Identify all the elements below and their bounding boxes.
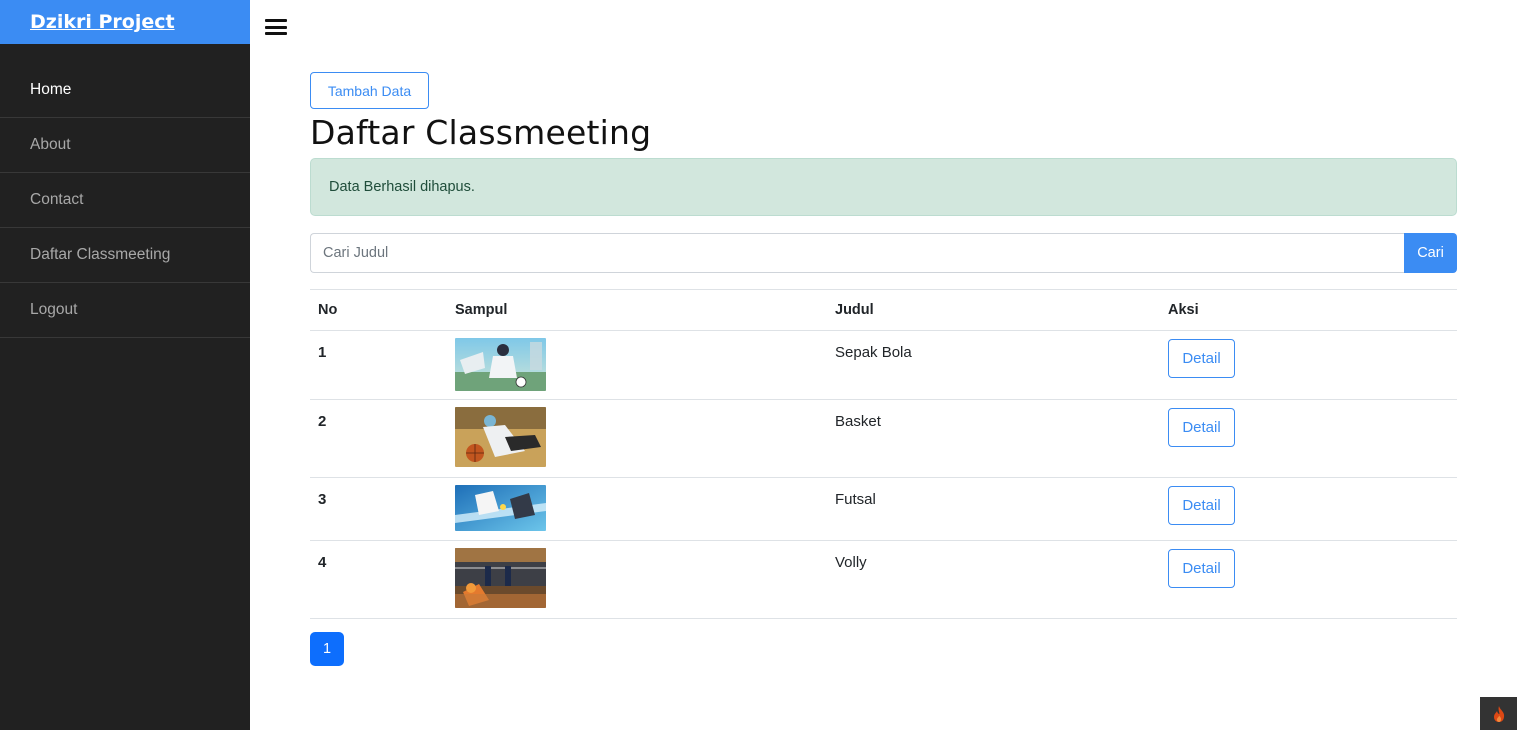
sidebar-item-home[interactable]: Home	[0, 63, 250, 118]
cover-image-volly	[455, 548, 546, 608]
alert-message: Data Berhasil dihapus.	[329, 179, 475, 195]
main-content: Tambah Data Daftar Classmeeting Data Ber…	[310, 72, 1457, 619]
title-cell: Volly	[827, 540, 1160, 619]
debug-toolbar-toggle[interactable]	[1480, 697, 1517, 730]
classmeeting-table: No Sampul Judul Aksi 1 Sepak Bola Detail…	[310, 289, 1457, 619]
column-header-judul: Judul	[827, 289, 1160, 331]
detail-button[interactable]: Detail	[1168, 339, 1235, 378]
sidebar-item-label: Daftar Classmeeting	[30, 246, 171, 263]
cover-cell	[447, 477, 827, 541]
table-header-row: No Sampul Judul Aksi	[310, 289, 1457, 331]
table-row: 3 Futsal Detail	[310, 477, 1457, 541]
action-cell: Detail	[1160, 477, 1457, 541]
hamburger-icon[interactable]	[264, 17, 288, 37]
row-number: 1	[310, 330, 447, 400]
column-header-no: No	[310, 289, 447, 331]
brand-link[interactable]: Dzikri Project	[30, 11, 175, 33]
title-cell: Sepak Bola	[827, 330, 1160, 400]
sidebar-item-logout[interactable]: Logout	[0, 283, 250, 338]
detail-button[interactable]: Detail	[1168, 549, 1235, 588]
page-title: Daftar Classmeeting	[310, 113, 652, 152]
row-number: 2	[310, 399, 447, 478]
sidebar-item-daftar-classmeeting[interactable]: Daftar Classmeeting	[0, 228, 250, 283]
cover-image-futsal	[455, 485, 546, 531]
cover-image-sepak-bola	[455, 338, 546, 391]
sidebar-item-label: Home	[30, 81, 72, 98]
sidebar-item-label: Contact	[30, 191, 84, 208]
flame-icon	[1493, 705, 1504, 722]
action-cell: Detail	[1160, 330, 1457, 400]
sidebar-item-label: About	[30, 136, 71, 153]
sidebar-nav: Home About Contact Daftar Classmeeting L…	[0, 63, 250, 338]
brand-bar: Dzikri Project	[0, 0, 250, 44]
sidebar-item-contact[interactable]: Contact	[0, 173, 250, 228]
row-number: 3	[310, 477, 447, 541]
table-row: 1 Sepak Bola Detail	[310, 330, 1457, 400]
detail-button[interactable]: Detail	[1168, 486, 1235, 525]
table-row: 4 Volly Detail	[310, 540, 1457, 619]
add-data-button[interactable]: Tambah Data	[310, 72, 429, 109]
search-input[interactable]	[310, 233, 1404, 273]
cover-cell	[447, 399, 827, 478]
title-cell: Futsal	[827, 477, 1160, 541]
success-alert: Data Berhasil dihapus.	[310, 158, 1457, 216]
pagination-page-button[interactable]: 1	[310, 632, 344, 666]
cover-cell	[447, 330, 827, 400]
sidebar: Dzikri Project Home About Contact Daftar…	[0, 0, 250, 730]
search-button[interactable]: Cari	[1404, 233, 1457, 273]
detail-button[interactable]: Detail	[1168, 408, 1235, 447]
row-number: 4	[310, 540, 447, 619]
table-row: 2 Basket Detail	[310, 399, 1457, 478]
column-header-sampul: Sampul	[447, 289, 827, 331]
column-header-aksi: Aksi	[1160, 289, 1457, 331]
action-cell: Detail	[1160, 540, 1457, 619]
sidebar-item-about[interactable]: About	[0, 118, 250, 173]
search-form: Cari	[310, 233, 1457, 273]
sidebar-item-label: Logout	[30, 301, 78, 318]
cover-cell	[447, 540, 827, 619]
cover-image-basket	[455, 407, 546, 467]
action-cell: Detail	[1160, 399, 1457, 478]
title-cell: Basket	[827, 399, 1160, 478]
